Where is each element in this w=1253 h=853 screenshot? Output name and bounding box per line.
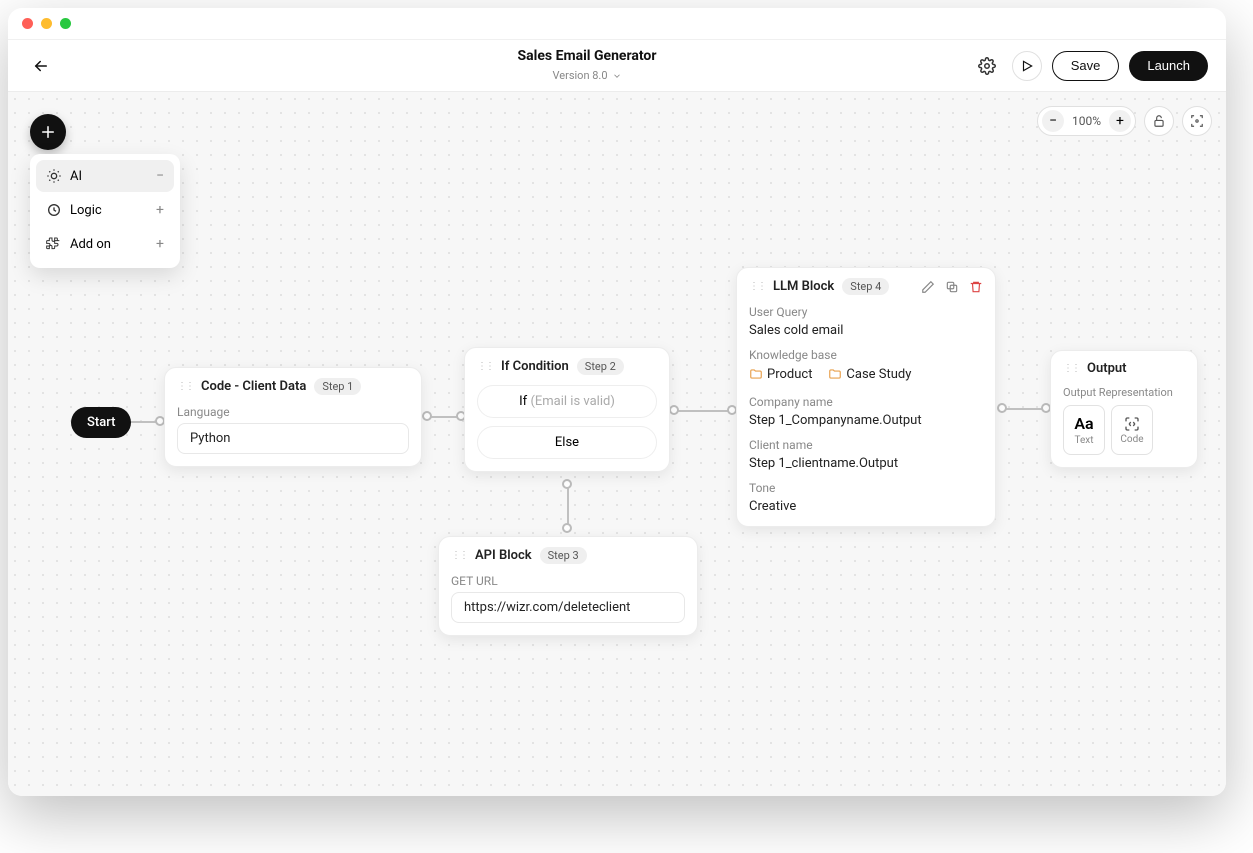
focus-button[interactable] <box>1182 106 1212 136</box>
drag-handle-icon[interactable]: ⋮⋮ <box>451 550 467 561</box>
port[interactable] <box>422 411 432 421</box>
menu-item-logic[interactable]: Logic + <box>36 194 174 226</box>
client-label: Client name <box>749 438 983 452</box>
if-branch[interactable]: If (Email is valid) <box>477 385 657 418</box>
drag-handle-icon[interactable]: ⋮⋮ <box>749 281 765 292</box>
close-window-icon[interactable] <box>22 18 33 29</box>
settings-button[interactable] <box>972 51 1002 81</box>
output-node[interactable]: ⋮⋮ Output Output Representation Aa Text … <box>1050 350 1198 468</box>
delete-button[interactable] <box>969 280 983 294</box>
page-title: Sales Email Generator <box>226 48 948 64</box>
client-value: Step 1_clientname.Output <box>749 456 983 471</box>
pencil-icon <box>921 280 935 294</box>
output-text-button[interactable]: Aa Text <box>1063 405 1105 455</box>
drag-handle-icon[interactable]: ⋮⋮ <box>177 381 193 392</box>
folder-icon <box>828 367 842 381</box>
zoom-value: 100% <box>1068 114 1105 128</box>
copy-button[interactable] <box>945 280 959 294</box>
add-node-button[interactable] <box>30 114 66 150</box>
start-node[interactable]: Start <box>71 407 131 438</box>
canvas-tools: − 100% + <box>1037 106 1212 136</box>
folder-icon <box>749 367 763 381</box>
node-menu: AI − Logic + Add on + <box>30 154 180 268</box>
step-badge: Step 2 <box>577 358 624 375</box>
maximize-window-icon[interactable] <box>60 18 71 29</box>
minus-icon: − <box>156 168 164 184</box>
zoom-in-button[interactable]: + <box>1109 110 1131 132</box>
output-code-button[interactable]: Code <box>1111 405 1153 455</box>
tone-label: Tone <box>749 481 983 495</box>
port[interactable] <box>669 405 679 415</box>
arrow-left-icon <box>32 57 50 75</box>
zoom-control: − 100% + <box>1037 106 1136 136</box>
play-icon <box>1020 59 1034 73</box>
step-badge: Step 3 <box>540 547 587 564</box>
company-label: Company name <box>749 395 983 409</box>
gear-icon <box>978 57 996 75</box>
logic-icon <box>46 202 62 218</box>
addon-icon <box>46 236 62 252</box>
zoom-out-button[interactable]: − <box>1042 110 1064 132</box>
tone-value: Creative <box>749 499 983 514</box>
url-value[interactable]: https://wizr.com/deleteclient <box>451 592 685 623</box>
edit-button[interactable] <box>921 280 935 294</box>
plus-icon <box>39 123 57 141</box>
else-branch[interactable]: Else <box>477 426 657 459</box>
header: Sales Email Generator Version 8.0 Save L… <box>8 40 1226 92</box>
app-window: Sales Email Generator Version 8.0 Save L… <box>8 8 1226 796</box>
if-condition-node[interactable]: ⋮⋮ If Condition Step 2 If (Email is vali… <box>464 347 670 472</box>
lock-button[interactable] <box>1144 106 1174 136</box>
trash-icon <box>969 280 983 294</box>
menu-item-addon[interactable]: Add on + <box>36 228 174 260</box>
plus-icon: + <box>156 202 164 218</box>
chevron-down-icon <box>612 71 622 81</box>
minimize-window-icon[interactable] <box>41 18 52 29</box>
user-query-value: Sales cold email <box>749 323 983 338</box>
kb-item[interactable]: Product <box>749 367 812 382</box>
port[interactable] <box>997 403 1007 413</box>
llm-block-node[interactable]: ⋮⋮ LLM Block Step 4 User Query Sales col… <box>736 267 996 527</box>
step-badge: Step 1 <box>314 378 361 395</box>
api-block-node[interactable]: ⋮⋮ API Block Step 3 GET URL https://wizr… <box>438 536 698 636</box>
company-value: Step 1_Companyname.Output <box>749 413 983 428</box>
launch-button[interactable]: Launch <box>1129 51 1208 81</box>
language-label: Language <box>177 405 409 419</box>
copy-icon <box>945 280 959 294</box>
save-button[interactable]: Save <box>1052 51 1120 81</box>
focus-icon <box>1190 114 1204 128</box>
step-badge: Step 4 <box>842 278 889 295</box>
text-icon: Aa <box>1074 414 1093 433</box>
version-selector[interactable]: Version 8.0 <box>552 69 621 82</box>
kb-item[interactable]: Case Study <box>828 367 911 382</box>
macos-titlebar <box>8 8 1226 40</box>
ai-icon <box>46 168 62 184</box>
drag-handle-icon[interactable]: ⋮⋮ <box>1063 363 1079 374</box>
plus-icon: + <box>156 236 164 252</box>
user-query-label: User Query <box>749 305 983 319</box>
language-value[interactable]: Python <box>177 423 409 454</box>
port[interactable] <box>562 479 572 489</box>
port[interactable] <box>562 523 572 533</box>
url-label: GET URL <box>451 574 685 588</box>
menu-item-ai[interactable]: AI − <box>36 160 174 192</box>
canvas[interactable]: AI − Logic + Add on + − <box>8 92 1226 796</box>
connection-line <box>674 410 734 412</box>
kb-label: Knowledge base <box>749 348 983 362</box>
back-button[interactable] <box>26 51 56 81</box>
play-button[interactable] <box>1012 51 1042 81</box>
code-icon <box>1124 416 1140 432</box>
lock-icon <box>1152 114 1166 128</box>
code-node[interactable]: ⋮⋮ Code - Client Data Step 1 Language Py… <box>164 367 422 467</box>
output-rep-label: Output Representation <box>1063 386 1185 399</box>
drag-handle-icon[interactable]: ⋮⋮ <box>477 361 493 372</box>
